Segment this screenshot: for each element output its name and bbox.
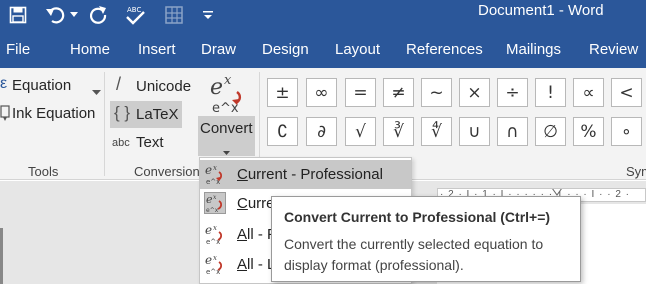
- symbol-tilde[interactable]: ~: [421, 78, 452, 107]
- svg-text:e^x: e^x: [206, 207, 219, 213]
- svg-text:e: e: [205, 163, 212, 177]
- undo-dropdown-icon[interactable]: [68, 0, 80, 30]
- symbol-complement[interactable]: ∁: [267, 117, 298, 146]
- symbol-square-root[interactable]: √: [345, 117, 376, 146]
- pi-icon: ε: [0, 75, 8, 92]
- page-edge-left: [0, 228, 3, 284]
- svg-text:e: e: [210, 75, 223, 100]
- svg-text:x: x: [213, 164, 217, 172]
- unicode-button[interactable]: / Unicode: [112, 74, 198, 98]
- window-title: Document1 - Word: [478, 2, 604, 19]
- tooltip: Convert Current to Professional (Ctrl+=)…: [271, 196, 581, 282]
- symbol-less-than[interactable]: <: [611, 78, 642, 107]
- symbol-ring-operator[interactable]: ∘: [611, 117, 642, 146]
- ink-equation-button[interactable]: Ink Equation: [0, 102, 98, 126]
- latex-label: LaTeX: [136, 106, 179, 123]
- tab-home[interactable]: Home: [70, 30, 110, 68]
- table-icon[interactable]: [162, 0, 186, 30]
- equation-label: Equation: [12, 77, 72, 94]
- tab-references[interactable]: References: [406, 30, 483, 68]
- symbol-plus-minus[interactable]: ±: [267, 78, 298, 107]
- symbol-cube-root[interactable]: ∛: [383, 117, 414, 146]
- customize-toolbar-icon[interactable]: [200, 0, 216, 30]
- tab-draw[interactable]: Draw: [201, 30, 236, 68]
- symbol-not-equal[interactable]: ≠: [383, 78, 414, 107]
- group-label-symbols-clip: Symbols: [626, 164, 646, 180]
- chevron-down-icon: [92, 83, 101, 101]
- title-bar: ABC Document1 - Word: [0, 0, 646, 30]
- convert-linear-icon: e x e^x: [204, 192, 226, 214]
- svg-text:x: x: [224, 73, 232, 88]
- tab-insert[interactable]: Insert: [138, 30, 176, 68]
- symbol-proportional[interactable]: ∝: [573, 78, 604, 107]
- symbol-equals[interactable]: =: [345, 78, 376, 107]
- tab-design[interactable]: Design: [262, 30, 309, 68]
- convert-label: Convert: [200, 120, 253, 137]
- tab-review[interactable]: Review: [589, 30, 638, 68]
- equation-button[interactable]: ε Equation: [0, 74, 106, 98]
- braces-icon: { }: [114, 103, 131, 122]
- text-label: Text: [136, 134, 164, 151]
- svg-text:e: e: [206, 193, 213, 206]
- group-label-conversions: Conversions: [134, 164, 207, 179]
- symbol-factorial[interactable]: !: [535, 78, 566, 107]
- text-button[interactable]: abc Text: [112, 131, 182, 155]
- ink-equation-label: Ink Equation: [12, 105, 96, 122]
- latex-button[interactable]: { } LaTeX: [110, 101, 182, 128]
- menu-item-current-professional[interactable]: e x e^x Current - Professional: [200, 160, 411, 189]
- svg-text:e: e: [205, 253, 212, 267]
- convert-all-professional-icon: e x e^x: [204, 223, 226, 246]
- symbol-partial[interactable]: ∂: [306, 117, 337, 146]
- symbol-intersection[interactable]: ∩: [497, 117, 528, 146]
- svg-text:ABC: ABC: [127, 6, 141, 14]
- symbol-percent[interactable]: %: [573, 117, 604, 146]
- tab-layout[interactable]: Layout: [335, 30, 380, 68]
- tooltip-body: Convert the currently selected equation …: [284, 236, 544, 273]
- save-icon[interactable]: [4, 0, 32, 30]
- tab-file[interactable]: File: [6, 30, 30, 68]
- group-label-tools: Tools: [28, 164, 59, 179]
- menu-item-label: urrent - Professional: [247, 166, 383, 183]
- menu-item-label-accel: A: [237, 256, 248, 273]
- svg-text:x: x: [213, 224, 217, 232]
- svg-text:e: e: [205, 223, 212, 237]
- abc-text-icon: abc: [112, 137, 130, 149]
- symbol-union[interactable]: ∪: [459, 117, 490, 146]
- symbol-fourth-root[interactable]: ∜: [421, 117, 452, 146]
- group-separator: [104, 72, 105, 176]
- symbol-divide[interactable]: ÷: [497, 78, 528, 107]
- redo-icon[interactable]: [88, 0, 110, 30]
- svg-text:e^x: e^x: [212, 101, 239, 116]
- tooltip-title: Convert Current to Professional (Ctrl+=): [284, 209, 551, 225]
- ribbon-tabs: File Home Insert Draw Design Layout Refe…: [0, 30, 646, 68]
- group-label-symbols: Symbols: [626, 164, 646, 179]
- menu-item-label-accel: C: [237, 166, 248, 183]
- convert-all-linear-icon: e x e^x: [204, 253, 226, 276]
- symbol-empty-set[interactable]: ∅: [535, 117, 566, 146]
- spelling-check-icon[interactable]: ABC: [123, 0, 147, 30]
- tab-mailings[interactable]: Mailings: [506, 30, 561, 68]
- convert-professional-icon: e x e^x: [204, 163, 226, 186]
- ink-pen-icon: [0, 105, 10, 126]
- svg-text:x: x: [213, 254, 217, 262]
- unicode-slash-icon: /: [116, 74, 122, 94]
- svg-text:x: x: [213, 194, 217, 201]
- symbol-infinity[interactable]: ∞: [306, 78, 337, 107]
- unicode-label: Unicode: [136, 78, 192, 95]
- menu-item-label-accel: A: [237, 226, 248, 243]
- convert-button[interactable]: Convert: [198, 116, 255, 156]
- menu-item-label-accel: C: [237, 195, 248, 212]
- undo-icon[interactable]: [44, 0, 68, 30]
- convert-equation-icon: e x e^x: [208, 72, 248, 121]
- symbol-times[interactable]: ×: [459, 78, 490, 107]
